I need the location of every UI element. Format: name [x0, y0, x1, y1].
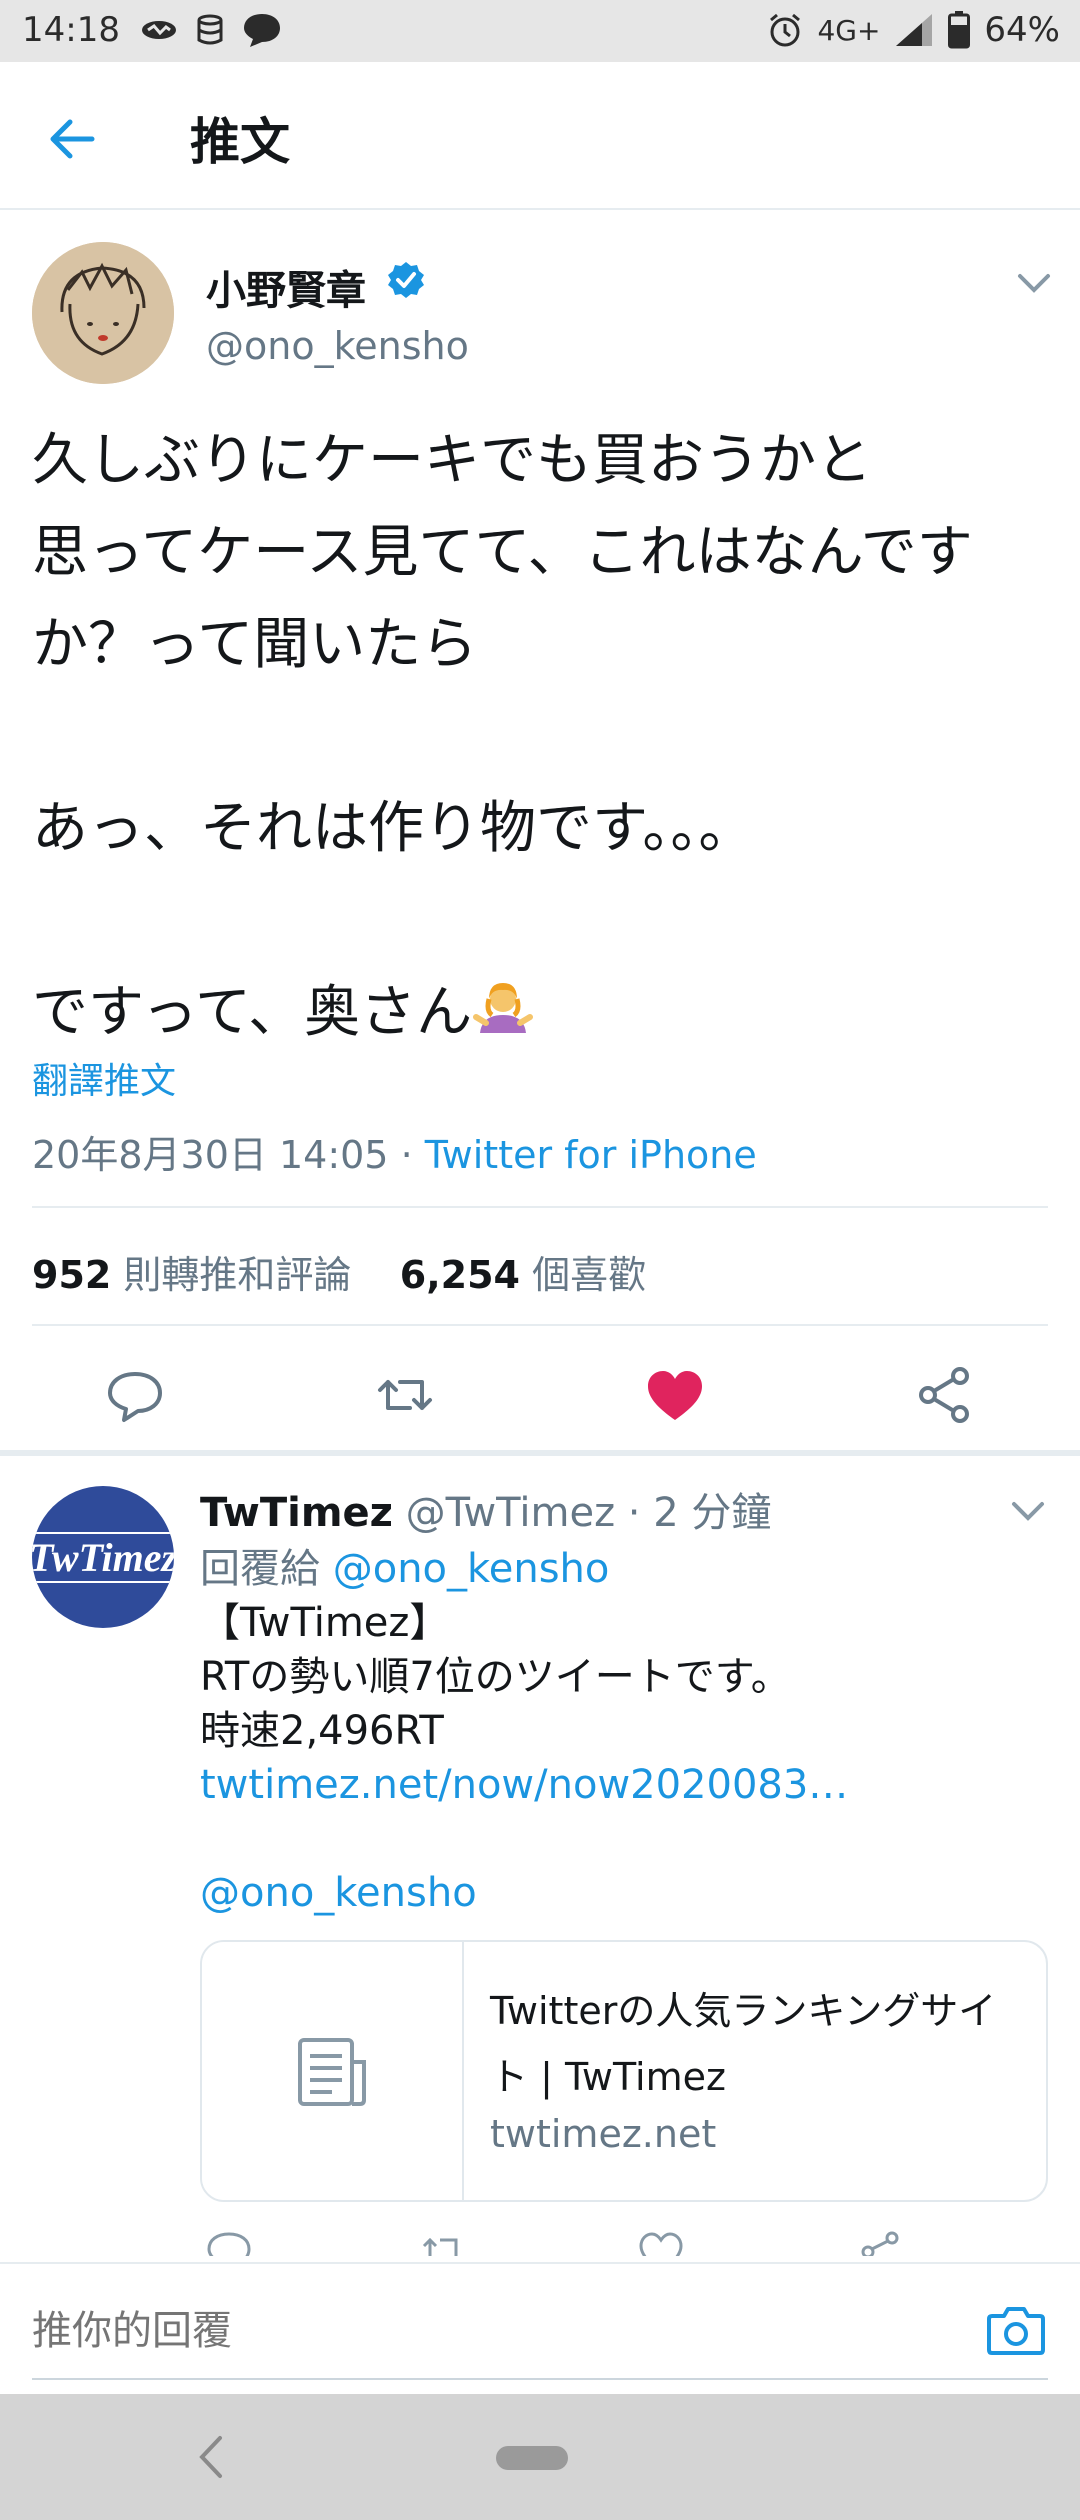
- tweet-text-line: ですって、奥さん: [32, 980, 473, 1045]
- camera-icon: [987, 2307, 1045, 2355]
- reply-like-button[interactable]: [636, 2226, 686, 2256]
- network-type: 4G+: [817, 13, 881, 47]
- signal-icon: [896, 14, 933, 46]
- reply-to-label: 回覆給: [200, 1546, 320, 1592]
- page-title: 推文: [190, 113, 290, 171]
- reply-mention-link[interactable]: @ono_kensho: [200, 1866, 848, 1920]
- reply-author-name[interactable]: TwTimez: [200, 1490, 393, 1536]
- database-icon: [197, 14, 223, 45]
- reply-actions: [0, 2226, 1080, 2256]
- composer-underline: [32, 2378, 1048, 2380]
- tweet-meta: 20年8月30日 14:05 · Twitter for iPhone: [32, 1124, 757, 1179]
- retweet-count: 952: [32, 1253, 112, 1297]
- divider: [32, 1206, 1048, 1208]
- tweet-text-line: [32, 875, 1052, 967]
- reply-icon: [108, 1372, 162, 1422]
- alarm-icon: [770, 13, 801, 47]
- share-icon: [919, 1367, 969, 1423]
- chevron-down-icon[interactable]: [1014, 268, 1054, 298]
- link-preview-card[interactable]: Twitterの人気ランキングサイト | TwTimez twtimez.net: [200, 1940, 1048, 2202]
- share-button[interactable]: [910, 1360, 980, 1430]
- nav-home-pill[interactable]: [496, 2446, 568, 2470]
- like-stat[interactable]: 6,254 個喜歡: [400, 1253, 646, 1297]
- verified-badge-icon: [388, 262, 424, 298]
- battery-percent: 64%: [984, 10, 1060, 50]
- camera-button[interactable]: [986, 2304, 1046, 2356]
- status-time: 14:18: [22, 10, 120, 50]
- status-bar: 14:18 4G+ 64%: [0, 0, 1080, 62]
- retweet-label: 則轉推和評論: [123, 1253, 352, 1297]
- card-thumbnail: [202, 1942, 464, 2200]
- share-icon: [861, 2231, 899, 2256]
- document-icon: [298, 2038, 366, 2106]
- battery-icon: [948, 11, 971, 49]
- reply-composer: [0, 2262, 1080, 2394]
- tweet-actions: [0, 1360, 1080, 1440]
- avatar[interactable]: [32, 242, 174, 384]
- translate-tweet-link[interactable]: 翻譯推文: [32, 1052, 176, 1104]
- divider: [32, 1324, 1048, 1326]
- reply-share-button[interactable]: [856, 2226, 906, 2256]
- tweet-source-link[interactable]: Twitter for iPhone: [425, 1133, 757, 1177]
- top-app-bar: 推文: [0, 62, 1080, 210]
- retweet-stat[interactable]: 952 則轉推和評論: [32, 1253, 351, 1297]
- heart-filled-icon: [648, 1371, 702, 1420]
- card-title: Twitterの人気ランキングサイト | TwTimez: [490, 1989, 997, 2099]
- reply-body-line: RTの勢い順7位のツイートです。: [200, 1654, 791, 1700]
- reply-button[interactable]: [100, 1360, 170, 1430]
- reply-author-handle[interactable]: @TwTimez: [406, 1490, 615, 1536]
- person-shrugging-emoji-icon: [473, 983, 534, 1033]
- tweet-text-line: 久しぶりにケーキでも買おうかと: [32, 428, 872, 493]
- tweet-text-line: 思ってケース見てて、これはなんです: [32, 520, 973, 585]
- reply-reply-button[interactable]: [204, 2226, 254, 2256]
- chevron-down-icon[interactable]: [1008, 1496, 1048, 1526]
- author-name[interactable]: 小野賢章: [206, 258, 366, 316]
- reply-avatar-logo-text: TwTimez: [32, 1531, 174, 1583]
- system-nav-bar: [0, 2394, 1080, 2520]
- like-button[interactable]: [640, 1360, 710, 1430]
- tweet-text: 久しぶりにケーキでも買おうかと 思ってケース見てて、これはなんです か？って聞い…: [32, 415, 1052, 1059]
- tweet-stats: 952 則轉推和評論 6,254 個喜歡: [32, 1244, 646, 1299]
- reply-input[interactable]: [32, 2308, 932, 2354]
- reply-avatar[interactable]: TwTimez: [32, 1486, 174, 1628]
- reply-header: TwTimez @TwTimez · 2 分鐘: [200, 1480, 771, 1538]
- reply-body-line: 時速2,496RT: [200, 1708, 444, 1754]
- reply-body-line: 【TwTimez】: [200, 1600, 450, 1646]
- card-domain: twtimez.net: [490, 2112, 717, 2156]
- tweet-text-line: か？って聞いたら: [32, 612, 478, 677]
- reply-to-handle-link[interactable]: @ono_kensho: [333, 1546, 610, 1592]
- meta-separator: ·: [388, 1133, 425, 1177]
- chat-bubble-icon: [244, 14, 280, 47]
- reply-retweet-button[interactable]: [418, 2226, 468, 2256]
- reply-body: 【TwTimez】 RTの勢い順7位のツイートです。 時速2,496RT twt…: [200, 1596, 848, 1920]
- like-label: 個喜歡: [532, 1253, 647, 1297]
- avatar-drawing-icon: [32, 242, 174, 384]
- arrow-left-icon: [50, 119, 95, 159]
- status-notification-icons: [140, 12, 282, 48]
- tweet-text-line: あっ、それは作り物です。。。: [32, 796, 755, 861]
- retweet-icon: [422, 2237, 458, 2256]
- section-divider: [0, 1450, 1080, 1456]
- author-handle[interactable]: @ono_kensho: [206, 324, 469, 368]
- reply-icon: [207, 2232, 251, 2256]
- retweet-button[interactable]: [370, 1360, 440, 1430]
- like-count: 6,254: [399, 1253, 520, 1297]
- tweet-text-line: [32, 691, 1052, 783]
- eye-notification-icon: [142, 21, 176, 39]
- reply-time: · 2 分鐘: [627, 1490, 772, 1536]
- tweet-text-last-line: ですって、奥さん: [32, 967, 1052, 1059]
- reply-to: 回覆給 @ono_kensho: [200, 1536, 609, 1594]
- tweet-timestamp: 20年8月30日 14:05: [32, 1133, 389, 1177]
- reply-url-link[interactable]: twtimez.net/now/now2020083…: [200, 1758, 848, 1812]
- retweet-icon: [378, 1380, 432, 1410]
- status-right: 4G+ 64%: [767, 10, 1060, 50]
- back-button[interactable]: [40, 104, 110, 174]
- heart-icon: [639, 2232, 683, 2256]
- nav-back-icon[interactable]: [196, 2434, 226, 2480]
